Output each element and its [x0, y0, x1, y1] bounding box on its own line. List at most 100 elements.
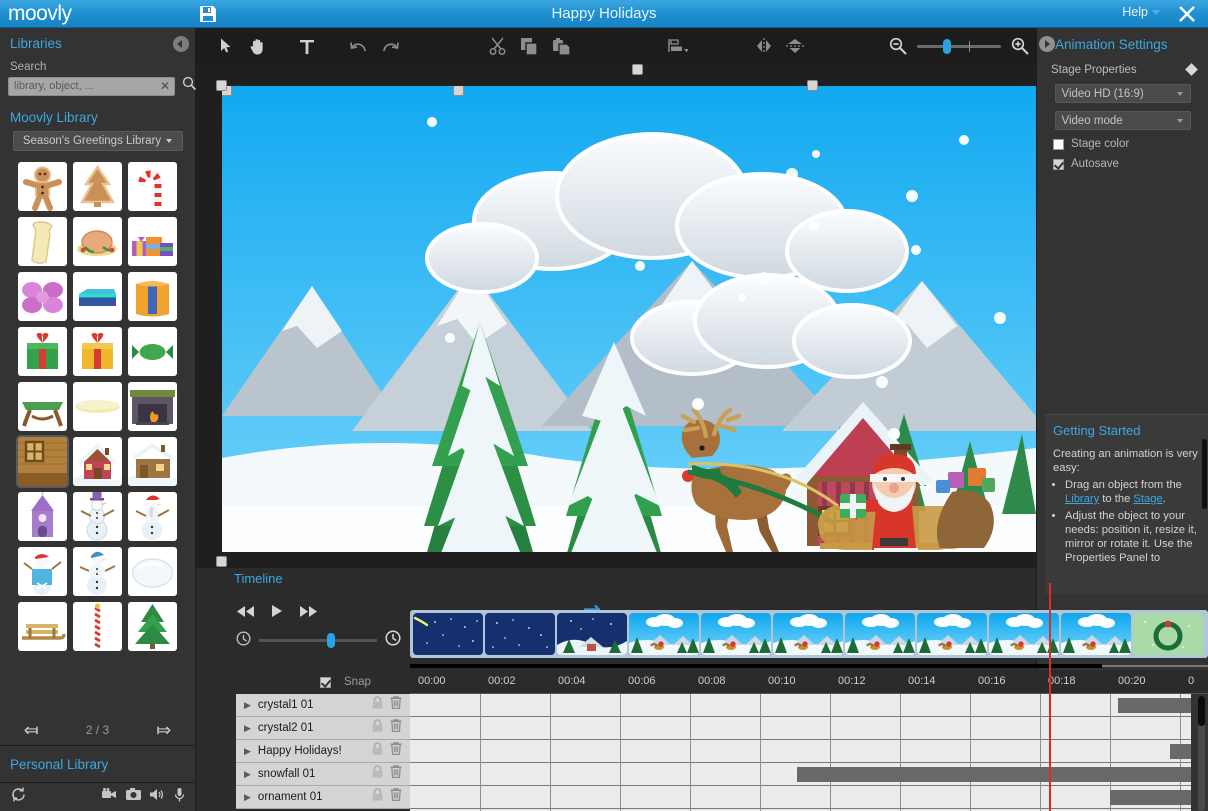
library-thumb-snowman-tophat[interactable]: [73, 492, 122, 541]
library-thumb-green-table[interactable]: [18, 382, 67, 431]
scene-thumbnail[interactable]: [701, 613, 771, 655]
library-thumb-snowman-blue-vest[interactable]: [18, 547, 67, 596]
scene-thumbnail[interactable]: [773, 613, 843, 655]
video-mode-select[interactable]: Video mode: [1054, 111, 1191, 130]
scene-thumbnail[interactable]: [413, 613, 483, 655]
lock-icon[interactable]: [372, 788, 383, 806]
copy-icon[interactable]: [514, 28, 546, 64]
scene-thumbnail[interactable]: [485, 613, 555, 655]
video-camera-icon[interactable]: [102, 788, 117, 806]
timeline-grid-row[interactable]: [410, 717, 1191, 740]
text-tool-icon[interactable]: [291, 28, 323, 64]
prev-page-button[interactable]: ⤆: [24, 720, 39, 741]
stage-color-checkbox[interactable]: [1053, 138, 1064, 150]
video-format-select[interactable]: Video HD (16:9): [1054, 84, 1191, 103]
timeline-grid-row[interactable]: [410, 694, 1191, 717]
delete-track-icon[interactable]: [390, 742, 402, 760]
library-thumb-snowman-blue-hat[interactable]: [73, 547, 122, 596]
library-thumb-gift-pile[interactable]: [128, 217, 177, 266]
library-thumb-cream-log[interactable]: [73, 382, 122, 431]
library-thumb-fireplace[interactable]: [128, 382, 177, 431]
search-icon[interactable]: [182, 76, 197, 96]
delete-track-icon[interactable]: [390, 765, 402, 783]
library-thumb-wooden-room[interactable]: [16, 435, 69, 488]
lock-icon[interactable]: [372, 719, 383, 737]
expand-track-icon[interactable]: ▶: [244, 723, 251, 734]
playhead[interactable]: [1049, 583, 1051, 811]
playback-speed-slider[interactable]: [259, 633, 377, 648]
library-thumb-green-gift-box[interactable]: [18, 327, 67, 376]
track-header-row[interactable]: ▶ ornament 01: [236, 786, 410, 809]
timeline-grid[interactable]: [410, 694, 1191, 811]
library-select[interactable]: Season's Greetings Library: [12, 131, 183, 151]
timeline-progress-bar[interactable]: [410, 662, 1208, 669]
align-icon[interactable]: [662, 28, 694, 64]
clock-fast-icon[interactable]: [385, 630, 401, 651]
zoom-out-icon[interactable]: [882, 28, 914, 64]
timeline-clip[interactable]: [797, 767, 1191, 782]
flip-horizontal-icon[interactable]: [748, 28, 780, 64]
library-thumb-gingerbread-tree[interactable]: [73, 162, 122, 211]
search-input[interactable]: [8, 76, 175, 96]
zoom-slider-handle[interactable]: [943, 38, 952, 54]
timeline-ruler[interactable]: 00:00 00:02 00:04 00:06 00:08 00:10 00:12 00:14…: [410, 670, 1208, 694]
timeline-grid-row[interactable]: [410, 786, 1191, 809]
expand-track-icon[interactable]: ▶: [244, 746, 251, 757]
refresh-icon[interactable]: [10, 786, 27, 808]
select-arrow-icon[interactable]: [211, 28, 243, 64]
library-thumb-pink-bow-gift[interactable]: [18, 272, 67, 321]
library-thumb-yellow-gift-box[interactable]: [73, 327, 122, 376]
redo-icon[interactable]: [374, 28, 406, 64]
timeline-clip[interactable]: [1118, 698, 1191, 713]
resize-handle-tm[interactable]: [632, 64, 643, 75]
resize-handle-bl[interactable]: [216, 556, 227, 567]
library-thumb-snowman-santahat[interactable]: [128, 492, 177, 541]
canvas-stage[interactable]: [222, 86, 1036, 552]
scene-thumbnail[interactable]: [1061, 613, 1131, 655]
lock-icon[interactable]: [372, 696, 383, 714]
expand-track-icon[interactable]: ▶: [244, 700, 251, 711]
snap-toggle-row[interactable]: Snap: [314, 676, 371, 688]
speaker-icon[interactable]: [150, 788, 165, 806]
help-menu[interactable]: Help: [1122, 5, 1160, 19]
paste-icon[interactable]: [545, 28, 577, 64]
collapse-right-panel-button[interactable]: [1039, 36, 1055, 52]
playback-speed-handle[interactable]: [327, 633, 335, 648]
autosave-row[interactable]: Autosave: [1037, 150, 1208, 170]
timeline-scrollbar-thumb[interactable]: [1198, 696, 1205, 726]
lock-icon[interactable]: [372, 742, 383, 760]
library-thumb-orange-round-gift[interactable]: [128, 272, 177, 321]
stage-color-row[interactable]: Stage color: [1037, 130, 1208, 150]
library-thumb-candy-cane[interactable]: [128, 162, 177, 211]
library-thumb-pine-tree[interactable]: [128, 602, 177, 651]
clock-slow-icon[interactable]: [236, 630, 251, 651]
resize-handle-tr[interactable]: [807, 80, 818, 91]
autosave-checkbox[interactable]: [1053, 158, 1064, 170]
snap-checkbox[interactable]: [320, 676, 331, 688]
timeline-grid-row[interactable]: [410, 740, 1191, 763]
library-thumb-scroll-paper[interactable]: [18, 217, 67, 266]
library-thumb-green-candy[interactable]: [128, 327, 177, 376]
library-link[interactable]: Library: [1065, 493, 1099, 505]
track-header-row[interactable]: ▶ crystal2 01: [236, 717, 410, 740]
track-header-row[interactable]: ▶ Happy Holidays!: [236, 740, 410, 763]
library-thumb-gingerbread-man[interactable]: [18, 162, 67, 211]
track-header-row[interactable]: ▶ snowfall 01: [236, 763, 410, 786]
microphone-icon[interactable]: [174, 787, 185, 807]
scene-thumbnail[interactable]: [845, 613, 915, 655]
rewind-button[interactable]: [236, 605, 255, 623]
undo-icon[interactable]: [343, 28, 375, 64]
close-icon[interactable]: [1176, 3, 1198, 25]
timeline-clip[interactable]: [1170, 744, 1191, 759]
delete-track-icon[interactable]: [390, 719, 402, 737]
cut-icon[interactable]: [482, 28, 514, 64]
lock-icon[interactable]: [372, 765, 383, 783]
zoom-slider[interactable]: [917, 38, 1001, 54]
play-button[interactable]: [271, 604, 283, 623]
library-thumb-sled[interactable]: [18, 602, 67, 651]
collapse-left-panel-button[interactable]: [173, 36, 189, 52]
zoom-in-icon[interactable]: [1004, 28, 1036, 64]
library-thumb-roast-turkey[interactable]: [73, 217, 122, 266]
diamond-icon[interactable]: [1185, 63, 1198, 76]
library-thumb-candy-stick[interactable]: [73, 602, 122, 651]
